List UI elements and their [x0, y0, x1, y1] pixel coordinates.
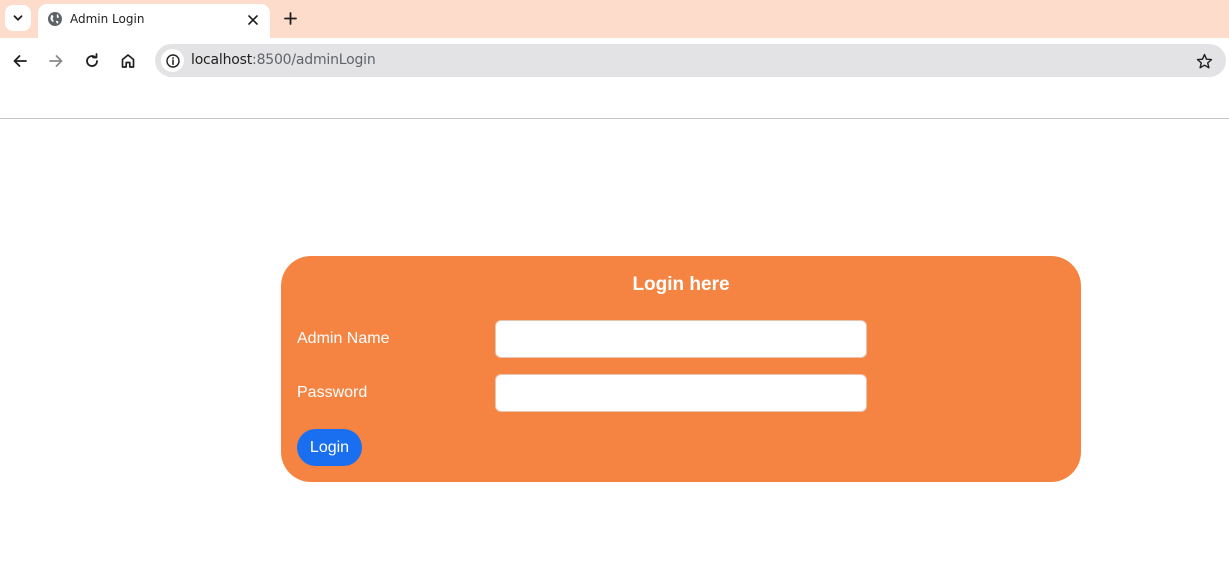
url-path: :8500/adminLogin: [252, 52, 376, 68]
bookmark-button[interactable]: [1194, 51, 1214, 71]
new-tab-button[interactable]: [278, 6, 302, 30]
chevron-down-icon: [13, 15, 23, 21]
login-button[interactable]: Login: [297, 429, 362, 466]
home-button[interactable]: [114, 47, 142, 75]
browser-toolbar: localhost:8500/adminLogin: [0, 38, 1229, 84]
reload-icon: [86, 53, 98, 67]
close-icon: [248, 15, 258, 25]
header-divider: [0, 118, 1229, 119]
tab-strip: Admin Login: [0, 0, 1229, 38]
forward-arrow-icon: [49, 55, 63, 67]
back-arrow-icon: [13, 55, 27, 67]
reload-button[interactable]: [78, 47, 106, 75]
tab-title: Admin Login: [70, 12, 145, 26]
tab-search-button[interactable]: [5, 5, 31, 31]
back-button[interactable]: [6, 47, 34, 75]
star-icon: [1196, 53, 1212, 68]
plus-icon: [283, 11, 297, 25]
login-card: Login here Admin Name Password Login: [281, 256, 1081, 482]
site-info-button[interactable]: [161, 49, 184, 72]
tab-close-button[interactable]: [242, 9, 264, 31]
home-icon: [121, 54, 135, 68]
info-icon: [165, 53, 180, 68]
url-host: localhost: [191, 52, 253, 68]
password-label: Password: [297, 384, 368, 401]
login-title: Login here: [632, 274, 730, 295]
url-text: localhost:8500/adminLogin: [191, 52, 376, 68]
password-input[interactable]: [495, 374, 867, 412]
admin-name-label: Admin Name: [297, 330, 390, 347]
globe-icon: [48, 12, 62, 26]
forward-button[interactable]: [42, 47, 70, 75]
tab-admin-login[interactable]: Admin Login: [38, 4, 270, 38]
address-bar[interactable]: localhost:8500/adminLogin: [155, 44, 1226, 77]
admin-name-input[interactable]: [495, 320, 867, 358]
